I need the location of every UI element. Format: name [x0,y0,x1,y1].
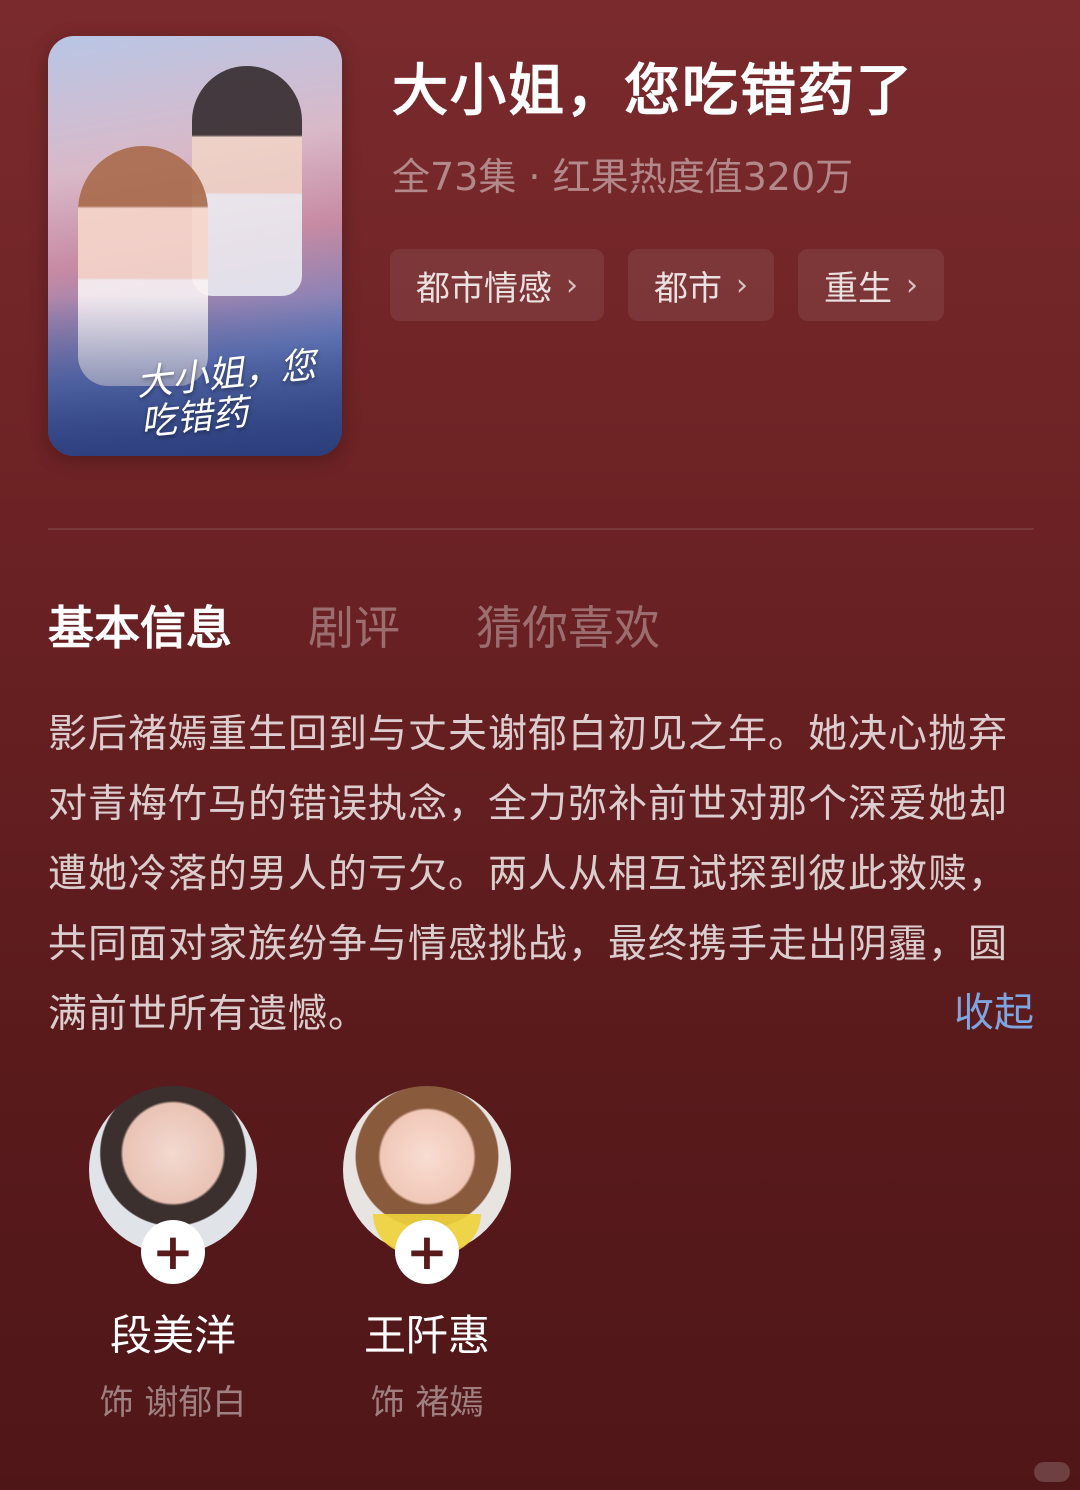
tag-list: 都市情感 › 都市 › 重生 › [390,249,944,321]
tab-reviews[interactable]: 剧评 [308,592,400,658]
tab-basic-info[interactable]: 基本信息 [48,592,232,658]
drama-meta: 全73集 · 红果热度值320万 [392,155,854,199]
synopsis-text: 影后褚嫣重生回到与丈夫谢郁白初见之年。她决心抛弃对青梅竹马的错误执念，全力弥补前… [48,712,1009,1037]
collapse-button[interactable]: 收起 [954,980,1034,1038]
chevron-right-icon: › [736,267,748,303]
tag-chip[interactable]: 都市 › [628,249,774,321]
tab-recommendations[interactable]: 猜你喜欢 [476,592,660,658]
plus-icon[interactable]: + [141,1220,205,1284]
watermark-icon [1034,1462,1070,1482]
cast-list: + 段美洋 饰 谢郁白 + 王阡惠 饰 褚嫣 [88,1086,512,1424]
cast-member[interactable]: + 王阡惠 饰 褚嫣 [342,1086,512,1424]
avatar[interactable]: + [343,1086,511,1284]
section-divider [48,528,1034,530]
tag-chip[interactable]: 都市情感 › [390,249,604,321]
tag-label: 都市情感 [416,268,552,309]
cast-name: 段美洋 [109,1311,236,1360]
chevron-right-icon: › [566,267,578,303]
plus-icon[interactable]: + [395,1220,459,1284]
drama-poster[interactable]: 大小姐，您吃错药 [48,36,342,456]
cast-name: 王阡惠 [363,1311,490,1360]
cast-role: 饰 褚嫣 [370,1383,484,1423]
chevron-right-icon: › [906,267,918,303]
tab-bar: 基本信息 剧评 猜你喜欢 [48,592,660,658]
tag-label: 重生 [824,268,892,309]
avatar[interactable]: + [89,1086,257,1284]
poster-figure-male [192,66,302,296]
drama-title: 大小姐，您吃错药了 [392,59,914,124]
tag-chip[interactable]: 重生 › [798,249,944,321]
cast-member[interactable]: + 段美洋 饰 谢郁白 [88,1086,258,1424]
cast-role: 饰 谢郁白 [99,1383,247,1423]
tag-label: 都市 [654,268,722,309]
